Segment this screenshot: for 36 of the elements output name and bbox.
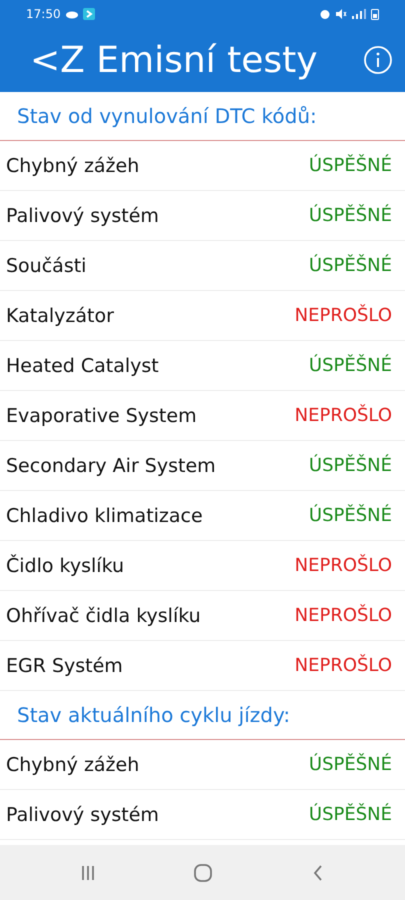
test-name: Ohřívač čidla kyslíku (6, 604, 201, 626)
home-icon[interactable] (192, 862, 212, 882)
test-name: Chybný zážeh (6, 154, 140, 176)
test-result: NEPROŠLO (294, 405, 392, 426)
test-result: ÚSPĚŠNÉ (308, 205, 392, 226)
mute-icon (335, 8, 347, 20)
test-name: Katalyzátor (6, 304, 114, 326)
test-result: NEPROŠLO (294, 555, 392, 576)
test-result: ÚSPĚŠNÉ (308, 355, 392, 376)
test-name: Secondary Air System (6, 454, 216, 476)
test-result: ÚSPĚŠNÉ (308, 155, 392, 176)
test-name: Chybný zážeh (6, 754, 140, 776)
test-result: NEPROŠLO (294, 655, 392, 676)
screen-title[interactable]: <Z Emisní testy (30, 40, 318, 80)
test-result: ÚSPĚŠNÉ (308, 505, 392, 526)
info-icon[interactable] (363, 45, 393, 75)
test-name: Chladivo klimatizace (6, 504, 203, 526)
section-heading: Stav aktuálního cyklu jízdy: (17, 703, 290, 727)
section-heading: Stav od vynulování DTC kódů: (17, 104, 317, 128)
test-name: Evaporative System (6, 404, 197, 426)
status-time: 17:50 (26, 7, 61, 21)
test-name: Palivový systém (6, 804, 159, 826)
test-name: EGR Systém (6, 654, 123, 676)
signal-icon (351, 8, 367, 20)
test-result: ÚSPĚŠNÉ (308, 255, 392, 276)
test-name: Součásti (6, 254, 86, 276)
test-result: NEPROŠLO (294, 605, 392, 626)
test-result: ÚSPĚŠNÉ (308, 804, 392, 825)
test-name: Palivový systém (6, 204, 159, 226)
battery-icon (371, 8, 379, 20)
test-result: ÚSPĚŠNÉ (308, 455, 392, 476)
app-icon (82, 8, 95, 20)
test-name: Heated Catalyst (6, 354, 159, 376)
test-result: ÚSPĚŠNÉ (308, 754, 392, 775)
test-name: Čidlo kyslíku (6, 554, 124, 576)
test-result: NEPROŠLO (294, 305, 392, 326)
